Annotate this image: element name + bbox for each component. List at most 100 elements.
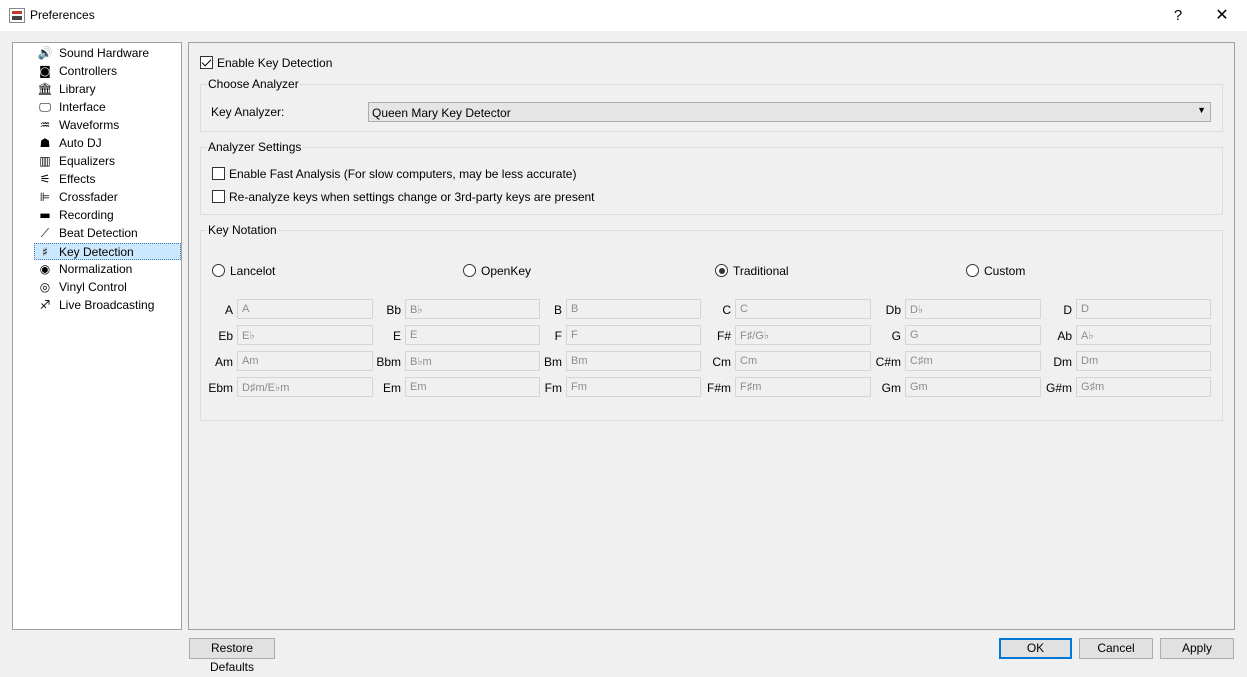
sidebar-item-controllers[interactable]: ◙ Controllers <box>35 63 181 80</box>
key-notation-field[interactable]: Am <box>237 351 373 371</box>
notation-lancelot-radio[interactable] <box>212 264 225 277</box>
ok-button[interactable]: OK <box>999 638 1072 659</box>
key-notation-field[interactable]: C <box>735 299 871 319</box>
app-icon <box>9 8 25 23</box>
key-label: F#m <box>707 381 731 395</box>
chevron-down-icon: ▼ <box>1197 105 1206 115</box>
sidebar-item-label: Equalizers <box>59 154 116 168</box>
sidebar-item-auto-dj[interactable]: ☗ Auto DJ <box>35 135 181 152</box>
reanalyze-keys-checkbox[interactable] <box>212 190 225 203</box>
key-notation-field[interactable]: D♯m/E♭m <box>237 377 373 397</box>
key-notation-field[interactable]: D <box>1076 299 1211 319</box>
key-notation-field[interactable]: B♭ <box>405 299 540 319</box>
sidebar-item-beat-detection[interactable]: ⟋ Beat Detection <box>35 225 181 242</box>
sidebar-item-label: Recording <box>59 208 114 222</box>
preferences-sidebar: 🔊 Sound Hardware ◙ Controllers 🏛 Library 🖵 Inte… <box>12 42 182 630</box>
key-label: Am <box>215 355 233 369</box>
vinyl-icon: ◎ <box>39 280 51 294</box>
effects-icon: ⚟ <box>39 172 51 186</box>
sidebar-item-normalization[interactable]: ◉ Normalization <box>35 261 181 278</box>
key-notation-field[interactable]: Gm <box>905 377 1041 397</box>
key-notation-field[interactable]: B <box>566 299 701 319</box>
key-notation-field[interactable]: G♯m <box>1076 377 1211 397</box>
sidebar-item-library[interactable]: 🏛 Library <box>35 81 181 98</box>
reanalyze-keys-label: Re-analyze keys when settings change or … <box>229 190 595 204</box>
sidebar-item-vinyl-control[interactable]: ◎ Vinyl Control <box>35 279 181 296</box>
key-label: G <box>891 329 901 343</box>
key-notation-field[interactable]: E <box>405 325 540 345</box>
notation-traditional-label: Traditional <box>733 264 789 278</box>
key-notation-field[interactable]: F <box>566 325 701 345</box>
key-label: B <box>553 303 562 317</box>
key-label: D <box>1063 303 1072 317</box>
normalization-icon: ◉ <box>39 262 51 276</box>
library-icon: 🏛 <box>37 82 53 96</box>
key-notation-field[interactable]: D♭ <box>905 299 1041 319</box>
equalizer-icon: ▥ <box>39 154 51 168</box>
key-label: G#m <box>1045 381 1072 395</box>
notation-custom-radio[interactable] <box>966 264 979 277</box>
key-notation-field[interactable]: G <box>905 325 1041 345</box>
sidebar-item-label: Sound Hardware <box>59 46 150 60</box>
cancel-button[interactable]: Cancel <box>1079 638 1153 659</box>
notation-lancelot-label: Lancelot <box>230 264 276 278</box>
key-analyzer-dropdown[interactable]: Queen Mary Key Detector ▼ <box>368 102 1211 122</box>
key-notation-field[interactable]: Cm <box>735 351 871 371</box>
key-label: E <box>392 329 401 343</box>
key-notation-field[interactable]: A <box>237 299 373 319</box>
key-label: Bb <box>386 303 401 317</box>
key-label: Ebm <box>208 381 233 395</box>
key-label: Gm <box>881 381 901 395</box>
sidebar-item-equalizers[interactable]: ▥ Equalizers <box>35 153 181 170</box>
notation-openkey-radio[interactable] <box>463 264 476 277</box>
sidebar-item-sound-hardware[interactable]: 🔊 Sound Hardware <box>35 45 181 62</box>
sidebar-item-recording[interactable]: ▬ Recording <box>35 207 181 224</box>
key-notation-field[interactable]: F♯/G♭ <box>735 325 871 345</box>
key-notation-field[interactable]: Dm <box>1076 351 1211 371</box>
key-label: Em <box>383 381 401 395</box>
key-label: F# <box>716 329 731 343</box>
robot-icon: ☗ <box>39 136 51 150</box>
key-notation-field[interactable]: C♯m <box>905 351 1041 371</box>
crossfader-icon: ⊫ <box>39 190 51 204</box>
key-label: C#m <box>875 355 901 369</box>
sidebar-item-crossfader[interactable]: ⊫ Crossfader <box>35 189 181 206</box>
key-notation-field[interactable]: Bm <box>566 351 701 371</box>
fast-analysis-checkbox[interactable] <box>212 167 225 180</box>
key-label: Fm <box>544 381 562 395</box>
restore-defaults-button[interactable]: Restore Defaults <box>189 638 275 674</box>
sidebar-item-live-broadcasting[interactable]: ♐ Live Broadcasting <box>35 297 181 314</box>
key-detection-icon: ♯ <box>42 245 48 259</box>
fast-analysis-label: Enable Fast Analysis (For slow computers… <box>229 167 577 181</box>
sidebar-item-label: Effects <box>59 172 96 186</box>
enable-key-detection-label: Enable Key Detection <box>217 56 333 70</box>
key-label: Ab <box>1057 329 1072 343</box>
sidebar-item-waveforms[interactable]: ♒ Waveforms <box>35 117 181 134</box>
key-notation-field[interactable]: E♭ <box>237 325 373 345</box>
sidebar-item-key-detection[interactable]: ♯ Key Detection <box>34 243 181 260</box>
apply-button[interactable]: Apply <box>1160 638 1234 659</box>
key-notation-field[interactable]: Em <box>405 377 540 397</box>
beat-detection-icon: ⟋ <box>40 226 50 240</box>
help-button[interactable]: ? <box>1156 3 1200 29</box>
key-analyzer-label: Key Analyzer: <box>211 105 285 119</box>
key-label: Eb <box>218 329 233 343</box>
notation-traditional-radio[interactable] <box>715 264 728 277</box>
sidebar-item-label: Controllers <box>59 64 118 78</box>
sidebar-item-effects[interactable]: ⚟ Effects <box>35 171 181 188</box>
analyzer-settings-title: Analyzer Settings <box>207 140 303 154</box>
monitor-icon: 🖵 <box>39 100 51 114</box>
broadcast-icon: ♐ <box>39 298 51 312</box>
key-label: F <box>554 329 562 343</box>
sidebar-item-interface[interactable]: 🖵 Interface <box>35 99 181 116</box>
key-notation-field[interactable]: F♯m <box>735 377 871 397</box>
enable-key-detection-checkbox[interactable] <box>200 56 213 69</box>
key-notation-field[interactable]: B♭m <box>405 351 540 371</box>
choose-analyzer-title: Choose Analyzer <box>207 77 300 91</box>
key-analyzer-value: Queen Mary Key Detector <box>372 106 511 120</box>
key-notation-field[interactable]: Fm <box>566 377 701 397</box>
sidebar-item-label: Crossfader <box>59 190 118 204</box>
key-notation-field[interactable]: A♭ <box>1076 325 1211 345</box>
close-button[interactable]: ✕ <box>1200 3 1244 29</box>
key-label: C <box>722 303 731 317</box>
